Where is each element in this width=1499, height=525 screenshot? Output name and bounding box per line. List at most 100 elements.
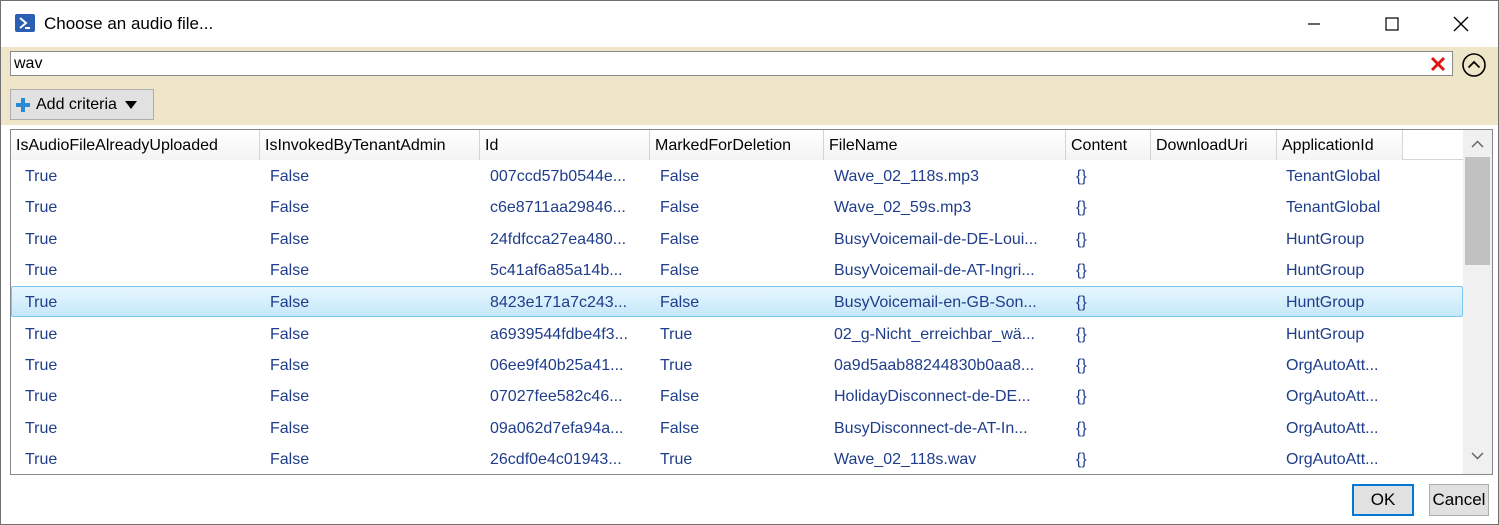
table-row[interactable]: True False 007ccd57b0544e... False Wave_02_1…: [11, 161, 1463, 192]
table-cell: True: [25, 262, 58, 279]
table-cell: 8423e171a7c243...: [490, 294, 628, 311]
clear-search-icon[interactable]: [1429, 55, 1447, 73]
table-cell: BusyVoicemail-de-AT-Ingri...: [834, 262, 1035, 279]
scrollbar-thumb[interactable]: [1465, 157, 1490, 265]
column-header[interactable]: IsAudioFileAlreadyUploaded: [11, 130, 260, 160]
table-row[interactable]: True False 26cdf0e4c01943... True Wave_02_11…: [11, 444, 1463, 474]
table-cell: False: [270, 231, 310, 248]
minimize-button[interactable]: [1283, 1, 1345, 47]
search-input[interactable]: [14, 53, 1424, 74]
title-bar: Choose an audio file...: [1, 1, 1498, 47]
table-cell: HuntGroup: [1286, 262, 1365, 279]
table-cell: BusyVoicemail-de-DE-Loui...: [834, 231, 1038, 248]
table-cell: OrgAutoAtt...: [1286, 420, 1379, 437]
table-cell: True: [25, 168, 58, 185]
column-header[interactable]: IsInvokedByTenantAdmin: [260, 130, 480, 160]
table-cell: OrgAutoAtt...: [1286, 357, 1379, 374]
ok-button[interactable]: OK: [1352, 484, 1414, 516]
table-cell: 007ccd57b0544e...: [490, 168, 627, 185]
column-header[interactable]: Id: [480, 130, 650, 160]
vertical-scrollbar[interactable]: [1463, 130, 1492, 474]
table-cell: 0a9d5aab88244830b0aa8...: [834, 357, 1035, 374]
close-icon: [1453, 16, 1469, 32]
table-row[interactable]: True False 06ee9f40b25a41... True 0a9d5aab88…: [11, 350, 1463, 381]
table-cell: False: [660, 231, 700, 248]
table-cell: TenantGlobal: [1286, 199, 1381, 216]
table-cell: True: [660, 326, 693, 343]
table-cell: {}: [1076, 388, 1087, 405]
table-cell: {}: [1076, 168, 1087, 185]
window-title: Choose an audio file...: [44, 14, 214, 33]
table-row[interactable]: True False 5c41af6a85a14b... False BusyVoice…: [11, 255, 1463, 286]
table-cell: {}: [1076, 451, 1087, 468]
cancel-button[interactable]: Cancel: [1429, 484, 1489, 516]
table-row[interactable]: True False c6e8711aa29846... False Wave_02_5…: [11, 192, 1463, 223]
table-cell: {}: [1076, 199, 1087, 216]
table-row[interactable]: True False 09a062d7efa94a... False BusyDisco…: [11, 413, 1463, 444]
table-row[interactable]: True False 8423e171a7c243... False BusyVoice…: [11, 286, 1463, 317]
column-header[interactable]: DownloadUri: [1151, 130, 1277, 160]
table-cell: True: [25, 451, 58, 468]
table-row[interactable]: True False 07027fee582c46... False HolidayDi…: [11, 381, 1463, 412]
table-cell: 24fdfcca27ea480...: [490, 231, 627, 248]
table-cell: True: [660, 451, 693, 468]
scroll-up-icon[interactable]: [1471, 140, 1484, 148]
table-cell: HuntGroup: [1286, 294, 1365, 311]
table-cell: False: [270, 199, 310, 216]
table-cell: False: [270, 294, 310, 311]
table-cell: True: [25, 326, 58, 343]
table-cell: 06ee9f40b25a41...: [490, 357, 624, 374]
audio-file-chooser-window: Choose an audio file... wav Add criteria…: [0, 0, 1499, 525]
powershell-icon: [15, 14, 35, 32]
table-cell: {}: [1076, 262, 1087, 279]
collapse-filter-icon[interactable]: [1461, 52, 1487, 78]
filter-area: Add criteria: [1, 47, 1498, 125]
table-cell: HolidayDisconnect-de-DE...: [834, 388, 1031, 405]
grid-header: IsAudioFileAlreadyUploaded IsInvokedByTen…: [11, 130, 1463, 160]
table-cell: [1157, 287, 1277, 318]
scroll-down-icon[interactable]: [1471, 452, 1484, 460]
column-header[interactable]: FileName: [824, 130, 1066, 160]
plus-icon: [16, 97, 30, 112]
search-box: [10, 51, 1453, 76]
table-cell: False: [270, 388, 310, 405]
table-cell: [1157, 413, 1277, 444]
table-cell: False: [270, 357, 310, 374]
table-cell: 07027fee582c46...: [490, 388, 623, 405]
table-row[interactable]: True False 24fdfcca27ea480... False BusyVoic…: [11, 224, 1463, 255]
table-cell: False: [660, 199, 700, 216]
table-cell: HuntGroup: [1286, 231, 1365, 248]
add-criteria-button[interactable]: Add criteria: [10, 89, 154, 120]
table-cell: Wave_02_118s.mp3: [834, 168, 979, 185]
table-cell: [1157, 444, 1277, 474]
table-cell: {}: [1076, 357, 1087, 374]
column-header[interactable]: ApplicationId: [1277, 130, 1403, 160]
table-cell: False: [660, 420, 700, 437]
column-header[interactable]: MarkedForDeletion: [650, 130, 824, 160]
table-cell: {}: [1076, 231, 1087, 248]
table-cell: TenantGlobal: [1286, 168, 1381, 185]
table-cell: 09a062d7efa94a...: [490, 420, 624, 437]
table-cell: BusyVoicemail-en-GB-Son...: [834, 294, 1037, 311]
table-cell: c6e8711aa29846...: [490, 199, 626, 216]
table-cell: 02_g-Nicht_erreichbar_wä...: [834, 326, 1035, 343]
table-cell: Wave_02_118s.wav: [834, 451, 977, 468]
table-cell: False: [660, 262, 700, 279]
results-grid[interactable]: IsAudioFileAlreadyUploaded IsInvokedByTen…: [10, 129, 1493, 475]
table-cell: {}: [1076, 294, 1087, 311]
close-button[interactable]: [1430, 1, 1492, 47]
column-header[interactable]: Content: [1066, 130, 1151, 160]
table-cell: True: [25, 388, 58, 405]
table-cell: True: [25, 231, 58, 248]
table-cell: [1157, 350, 1277, 381]
table-cell: Wave_02_59s.mp3: [834, 199, 972, 216]
table-cell: True: [25, 199, 58, 216]
table-cell: BusyDisconnect-de-AT-In...: [834, 420, 1028, 437]
table-cell: [1157, 192, 1277, 223]
maximize-icon: [1385, 17, 1399, 31]
table-row[interactable]: True False a6939544fdbe4f3... True 02_g-Nich…: [11, 319, 1463, 350]
maximize-button[interactable]: [1361, 1, 1423, 47]
table-cell: [1157, 381, 1277, 412]
table-cell: {}: [1076, 326, 1087, 343]
table-cell: True: [660, 357, 693, 374]
